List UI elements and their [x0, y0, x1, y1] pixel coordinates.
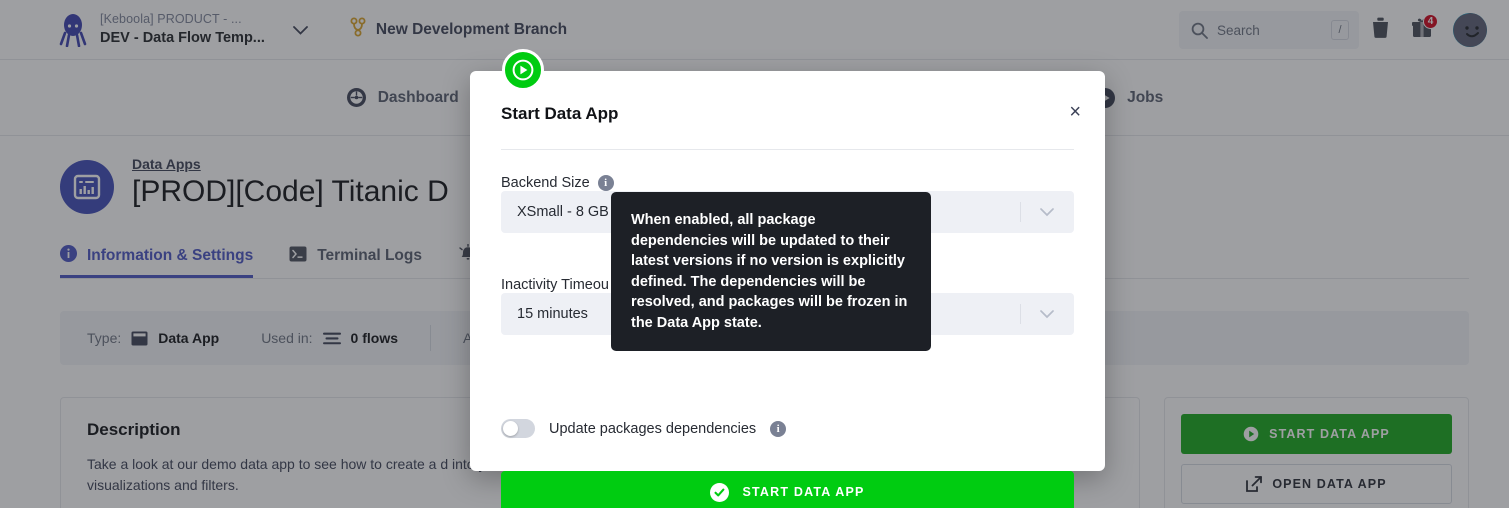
- update-packages-toggle[interactable]: [501, 419, 535, 438]
- start-data-app-submit-button[interactable]: START DATA APP: [501, 471, 1074, 508]
- modal-play-icon: [502, 49, 544, 91]
- modal-divider: [501, 149, 1074, 150]
- backend-size-value: XSmall - 8 GB: [517, 204, 609, 220]
- modal-title: Start Data App: [501, 104, 619, 123]
- inactivity-timeout-label: Inactivity Timeou: [501, 277, 609, 293]
- chevron-down-icon: [1020, 191, 1074, 233]
- inactivity-timeout-value: 15 minutes: [517, 306, 588, 322]
- check-circle-icon: [710, 482, 730, 502]
- update-packages-label: Update packages dependencies: [549, 420, 757, 437]
- backend-size-label-row: Backend Size i: [501, 175, 614, 191]
- toggle-knob: [503, 421, 518, 436]
- start-data-app-submit-label: START DATA APP: [742, 485, 865, 499]
- inactivity-timeout-label-row: Inactivity Timeou: [501, 277, 609, 293]
- backend-size-label: Backend Size: [501, 175, 590, 191]
- info-tooltip-icon-packages[interactable]: i: [770, 420, 787, 437]
- close-icon[interactable]: ×: [1069, 102, 1081, 122]
- packages-tooltip: When enabled, all package dependencies w…: [611, 192, 931, 352]
- chevron-down-icon: [1020, 293, 1074, 335]
- app-root: [Keboola] PRODUCT - ... DEV - Data Flow …: [0, 0, 1509, 508]
- info-tooltip-icon-backend[interactable]: i: [597, 175, 614, 191]
- update-packages-row: Update packages dependencies i: [501, 419, 787, 438]
